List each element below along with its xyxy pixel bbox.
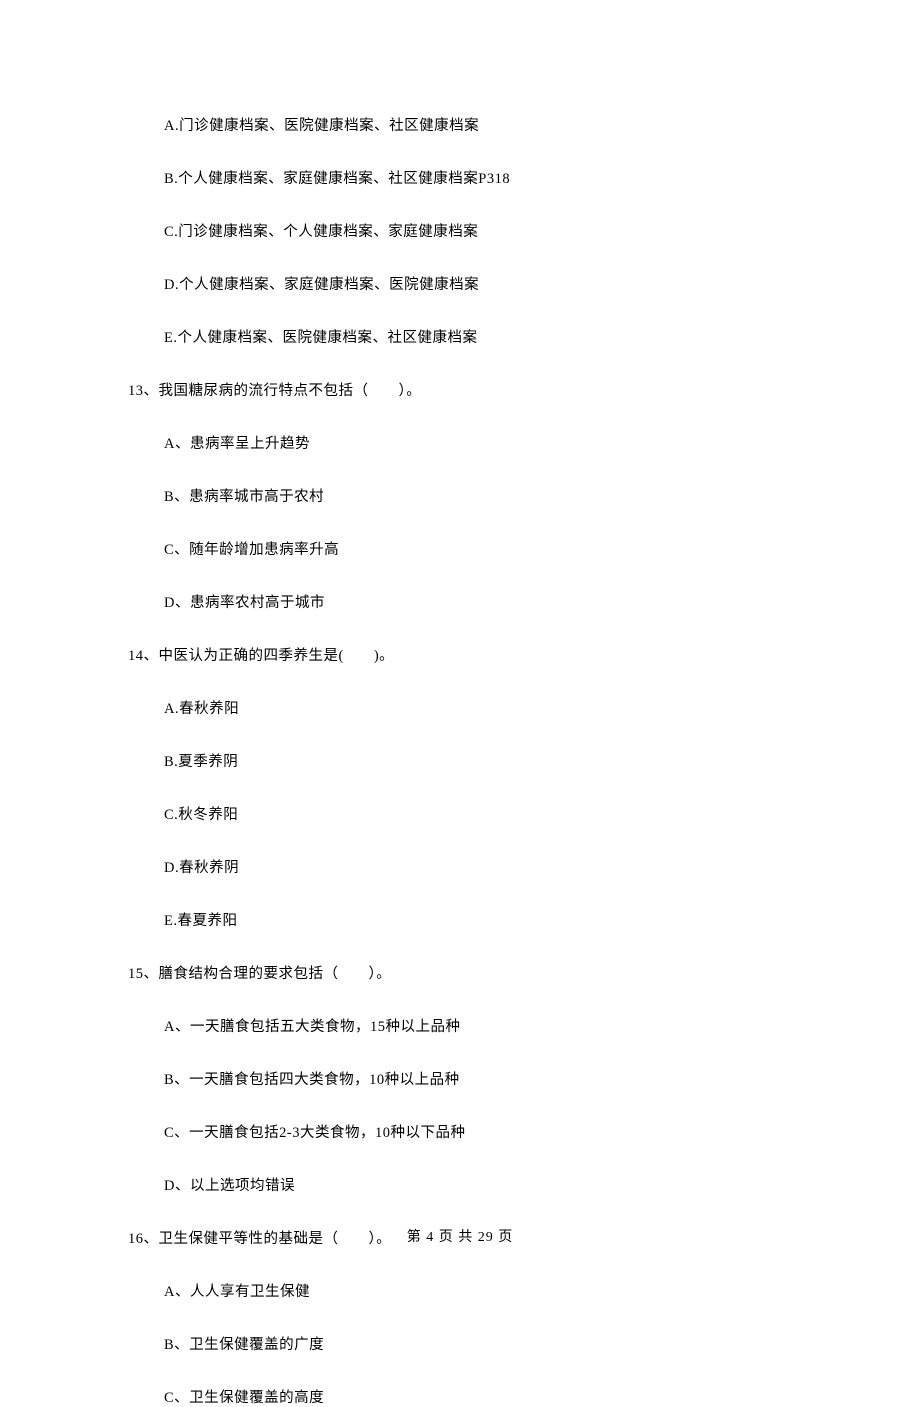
q15-option-a: A、一天膳食包括五大类食物，15种以上品种 — [128, 1015, 792, 1036]
q12-option-e: E.个人健康档案、医院健康档案、社区健康档案 — [128, 326, 792, 347]
q13-option-b: B、患病率城市高于农村 — [128, 485, 792, 506]
page-content: A.门诊健康档案、医院健康档案、社区健康档案 B.个人健康档案、家庭健康档案、社… — [0, 0, 920, 1407]
q14-option-c: C.秋冬养阳 — [128, 803, 792, 824]
q14-option-b: B.夏季养阴 — [128, 750, 792, 771]
q16-option-a: A、人人享有卫生保健 — [128, 1280, 792, 1301]
q16-option-c: C、卫生保健覆盖的高度 — [128, 1386, 792, 1407]
q15-option-b: B、一天膳食包括四大类食物，10种以上品种 — [128, 1068, 792, 1089]
q16-option-b: B、卫生保健覆盖的广度 — [128, 1333, 792, 1354]
q15-option-d: D、以上选项均错误 — [128, 1174, 792, 1195]
q14-option-a: A.春秋养阳 — [128, 697, 792, 718]
q14-stem: 14、中医认为正确的四季养生是( )。 — [128, 644, 792, 665]
q12-option-d: D.个人健康档案、家庭健康档案、医院健康档案 — [128, 273, 792, 294]
q15-option-c: C、一天膳食包括2-3大类食物，10种以下品种 — [128, 1121, 792, 1142]
q13-option-c: C、随年龄增加患病率升高 — [128, 538, 792, 559]
page-footer: 第 4 页 共 29 页 — [0, 1226, 920, 1246]
q12-option-c: C.门诊健康档案、个人健康档案、家庭健康档案 — [128, 220, 792, 241]
q13-option-d: D、患病率农村高于城市 — [128, 591, 792, 612]
q13-stem: 13、我国糖尿病的流行特点不包括（ ）。 — [128, 379, 792, 400]
q13-option-a: A、患病率呈上升趋势 — [128, 432, 792, 453]
q14-option-d: D.春秋养阴 — [128, 856, 792, 877]
q15-stem: 15、膳食结构合理的要求包括（ ）。 — [128, 962, 792, 983]
q14-option-e: E.春夏养阳 — [128, 909, 792, 930]
q12-option-a: A.门诊健康档案、医院健康档案、社区健康档案 — [128, 114, 792, 135]
q12-option-b: B.个人健康档案、家庭健康档案、社区健康档案P318 — [128, 167, 792, 188]
